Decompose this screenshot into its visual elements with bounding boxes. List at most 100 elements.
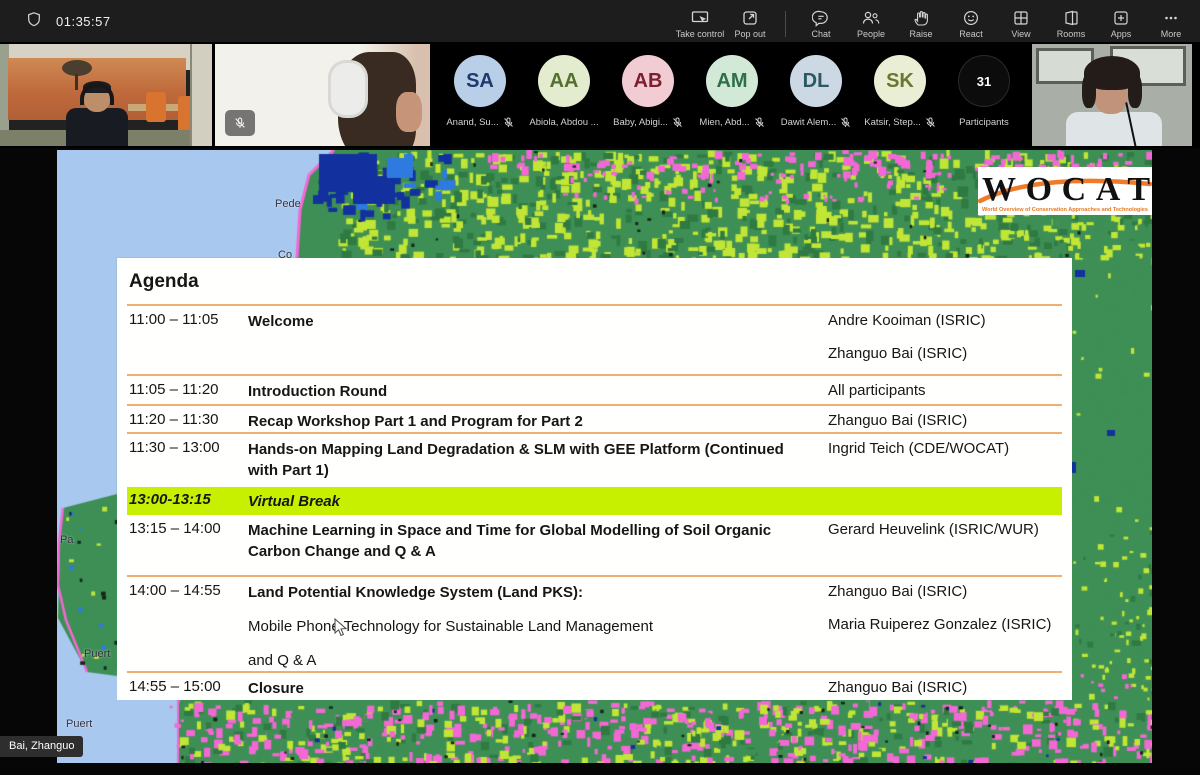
wocat-logo: WOCAT World Overview of Conservation App… xyxy=(978,167,1152,215)
chat-button[interactable]: Chat xyxy=(798,4,844,39)
mural-tree-trunk xyxy=(75,74,78,90)
agenda-topic: Machine Learning in Space and Time for G… xyxy=(248,522,771,560)
agenda-time: 11:20 – 11:30 xyxy=(127,411,248,432)
mic-muted-icon xyxy=(925,117,936,128)
avatar-initials: DL xyxy=(790,55,842,107)
agenda-speaker: Andre Kooiman (ISRIC) xyxy=(828,311,1060,331)
participant-strip: SA Anand, Su... AA Abiola, Abdou ... AB … xyxy=(0,42,1200,148)
screen-share-stage: Pede Co Pa Puert Puert WOCAT World Overv… xyxy=(0,148,1200,775)
video-tile-headphones[interactable] xyxy=(215,44,430,146)
view-button[interactable]: View xyxy=(998,4,1044,39)
meeting-timer: 01:35:57 xyxy=(56,14,111,29)
participants-count: 31 xyxy=(958,55,1010,107)
map-place-label: Puert xyxy=(66,718,92,730)
map-place-label: Pede xyxy=(275,198,301,210)
agenda-slide: Agenda 11:00 – 11:05 Welcome Andre Kooim… xyxy=(117,258,1072,700)
agenda-time: 14:00 – 14:55 xyxy=(127,582,248,671)
take-control-icon xyxy=(690,9,710,27)
map-place-label: Pa xyxy=(60,534,73,546)
agenda-time: 11:00 – 11:05 xyxy=(127,311,248,374)
agenda-row: 11:05 – 11:20 Introduction Round All par… xyxy=(127,374,1062,404)
agenda-speaker: Zhanguo Bai (ISRIC) xyxy=(828,344,1060,364)
agenda-speaker: Gerard Heuvelink (ISRIC/WUR) xyxy=(828,520,1060,540)
white-headphones xyxy=(328,60,368,118)
mic-muted-icon xyxy=(754,117,765,128)
avatar-item[interactable]: DL Dawit Alem... xyxy=(774,42,858,148)
participant-torso xyxy=(1066,112,1162,146)
mic-muted-icon xyxy=(840,117,851,128)
presenter-name-badge: Bai, Zhanguo xyxy=(0,736,83,757)
agenda-speaker: Zhanguo Bai (ISRIC) xyxy=(828,411,1060,431)
wocat-wordmark: WOCAT xyxy=(982,171,1150,208)
participants-count-badge[interactable]: 31 Participants xyxy=(942,42,1026,148)
avatar-initials: SK xyxy=(874,55,926,107)
react-button[interactable]: React xyxy=(948,4,994,39)
agenda-topic: Virtual Break xyxy=(248,491,828,512)
react-icon xyxy=(962,9,980,27)
meeting-control-bar: 01:35:57 Take control Pop out Chat Peopl… xyxy=(0,0,1200,42)
agenda-topic: Welcome xyxy=(248,313,314,330)
agenda-topic: Recap Workshop Part 1 and Program for Pa… xyxy=(248,413,583,430)
agenda-row-break: 13:00-13:15 Virtual Break xyxy=(127,487,1062,515)
rooms-button[interactable]: Rooms xyxy=(1048,4,1094,39)
agenda-time: 11:30 – 13:00 xyxy=(127,439,248,487)
avatar-item[interactable]: AB Baby, Abigi... xyxy=(606,42,690,148)
agenda-time: 11:05 – 11:20 xyxy=(127,381,248,404)
video-tile-classroom[interactable] xyxy=(0,44,212,146)
wocat-tagline: World Overview of Conservation Approache… xyxy=(982,207,1148,213)
agenda-speaker: All participants xyxy=(828,381,1060,401)
agenda-topic-sub: Mobile Phone Technology for Sustainable … xyxy=(248,616,808,637)
apps-button[interactable]: Apps xyxy=(1098,4,1144,39)
chat-icon xyxy=(812,9,830,27)
mic-muted-icon xyxy=(503,117,514,128)
shared-screen[interactable]: Pede Co Pa Puert Puert WOCAT World Overv… xyxy=(57,150,1152,763)
avatar-name: Anand, Su... xyxy=(446,117,498,128)
people-button[interactable]: People xyxy=(848,4,894,39)
agenda-topic: Land Potential Knowledge System (Land PK… xyxy=(248,582,808,603)
more-button[interactable]: More xyxy=(1148,4,1194,39)
avatar-item[interactable]: SA Anand, Su... xyxy=(438,42,522,148)
participant-hair xyxy=(1082,74,1096,108)
agenda-topic-sub: and Q & A xyxy=(248,650,808,671)
agenda-topic: Closure xyxy=(248,680,304,697)
wall-right xyxy=(190,44,212,146)
agenda-time: 14:55 – 15:00 xyxy=(127,678,248,699)
rooms-icon xyxy=(1062,9,1080,27)
agenda-row: 11:20 – 11:30 Recap Workshop Part 1 and … xyxy=(127,404,1062,432)
agenda-row: 14:00 – 14:55 Land Potential Knowledge S… xyxy=(127,575,1062,671)
agenda-row: 11:00 – 11:05 Welcome Andre Kooiman (ISR… xyxy=(127,304,1062,374)
mic-muted-icon xyxy=(234,117,246,129)
agenda-topic: Hands-on Mapping Land Degradation & SLM … xyxy=(248,441,784,479)
take-control-button[interactable]: Take control xyxy=(677,4,723,39)
shield-icon xyxy=(26,11,42,32)
pop-out-icon xyxy=(741,9,759,27)
mic-muted-icon xyxy=(672,117,683,128)
avatar-item[interactable]: SK Katsir, Step... xyxy=(858,42,942,148)
avatar-initials: AM xyxy=(706,55,758,107)
avatar-item[interactable]: AM Mien, Abd... xyxy=(690,42,774,148)
muted-mic-badge xyxy=(225,110,255,136)
raise-hand-icon xyxy=(912,9,930,27)
avatar-initials: SA xyxy=(454,55,506,107)
agenda-row: 14:55 – 15:00 Closure Zhanguo Bai (ISRIC… xyxy=(127,671,1062,699)
toolbar-divider xyxy=(785,11,786,37)
video-tile-office[interactable] xyxy=(1032,44,1192,146)
people-icon xyxy=(861,9,881,27)
agenda-row: 13:15 – 14:00 Machine Learning in Space … xyxy=(127,515,1062,575)
agenda-speaker: Zhanguo Bai (ISRIC) xyxy=(828,678,1060,698)
agenda-speaker: Zhanguo Bai (ISRIC) xyxy=(828,582,1060,602)
apps-icon xyxy=(1112,9,1130,27)
avatar-name: Katsir, Step... xyxy=(864,117,921,128)
avatar-name: Dawit Alem... xyxy=(781,117,836,128)
participant-hair xyxy=(1128,74,1142,108)
pop-out-button[interactable]: Pop out xyxy=(727,4,773,39)
participants-label: Participants xyxy=(959,117,1009,128)
agenda-time: 13:15 – 14:00 xyxy=(127,520,248,575)
map-place-label: Puert xyxy=(84,648,110,660)
avatar-name: Baby, Abigi... xyxy=(613,117,668,128)
avatar-name: Mien, Abd... xyxy=(699,117,749,128)
agenda-title: Agenda xyxy=(127,258,1062,304)
avatar-initials: AB xyxy=(622,55,674,107)
avatar-item[interactable]: AA Abiola, Abdou ... xyxy=(522,42,606,148)
raise-hand-button[interactable]: Raise xyxy=(898,4,944,39)
